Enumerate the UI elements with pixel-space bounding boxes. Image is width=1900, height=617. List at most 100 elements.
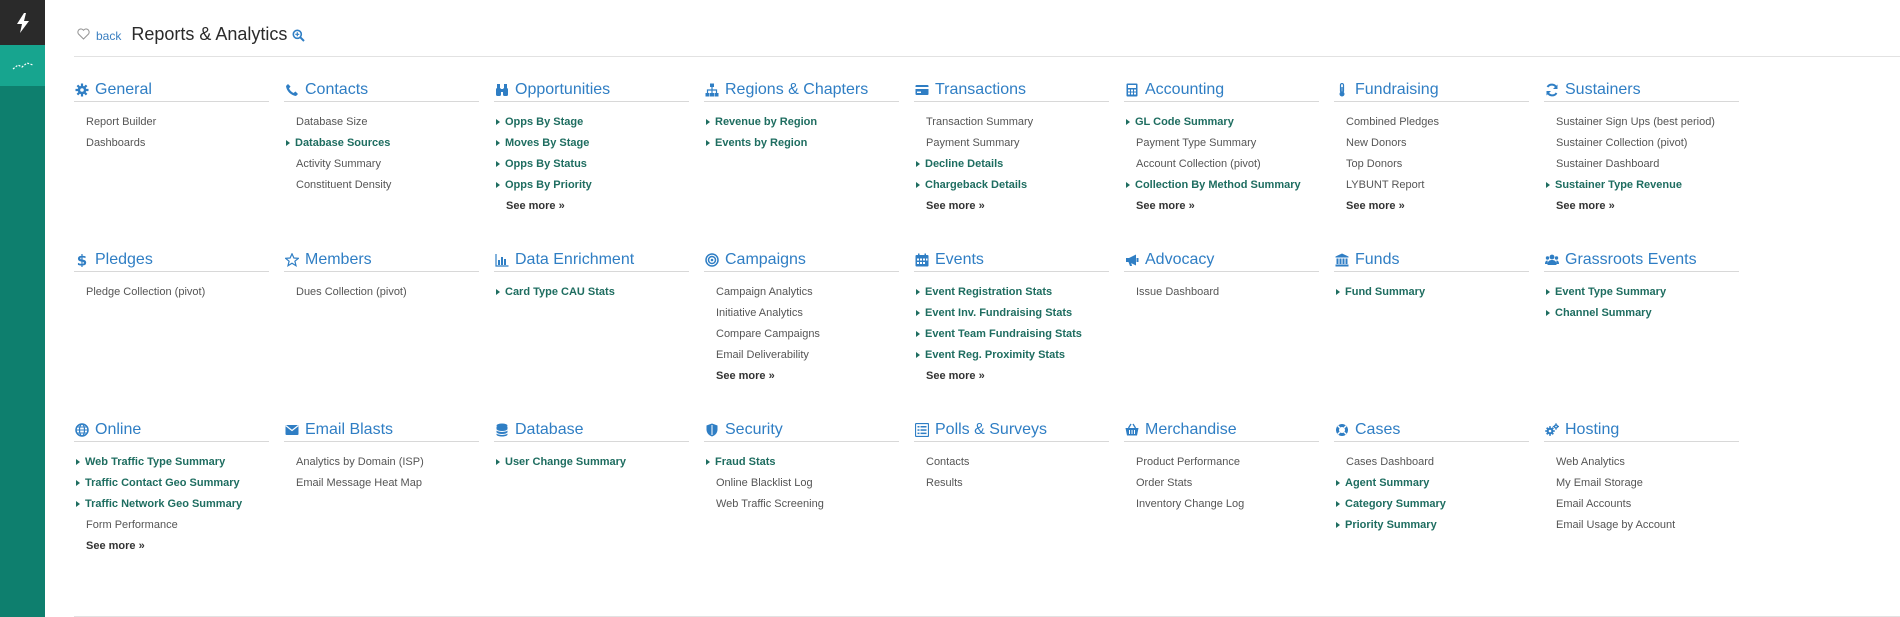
favorite-report-link[interactable]: Agent Summary: [1334, 473, 1529, 494]
report-link[interactable]: Payment Summary: [914, 133, 1109, 154]
report-link[interactable]: Online Blacklist Log: [704, 473, 899, 494]
favorite-report-link[interactable]: Priority Summary: [1334, 515, 1529, 536]
favorite-report-link[interactable]: Event Team Fundraising Stats: [914, 324, 1109, 345]
section-title[interactable]: Email Blasts: [305, 421, 393, 439]
report-link[interactable]: Web Traffic Screening: [704, 494, 899, 515]
report-link[interactable]: Email Accounts: [1544, 494, 1739, 515]
favorite-report-link[interactable]: Chargeback Details: [914, 175, 1109, 196]
favorite-report-link[interactable]: GL Code Summary: [1124, 112, 1319, 133]
section-title[interactable]: Polls & Surveys: [935, 421, 1047, 439]
report-link[interactable]: Transaction Summary: [914, 112, 1109, 133]
section-title[interactable]: Security: [725, 421, 783, 439]
favorite-report-link[interactable]: Database Sources: [284, 133, 479, 154]
see-more-link[interactable]: See more »: [1334, 196, 1529, 217]
section-title[interactable]: Contacts: [305, 81, 368, 99]
report-link[interactable]: Sustainer Collection (pivot): [1544, 133, 1739, 154]
report-link[interactable]: Results: [914, 473, 1109, 494]
favorite-report-link[interactable]: Moves By Stage: [494, 133, 689, 154]
favorite-report-link[interactable]: Events by Region: [704, 133, 899, 154]
report-link[interactable]: Report Builder: [74, 112, 269, 133]
report-link[interactable]: Combined Pledges: [1334, 112, 1529, 133]
favorite-report-link[interactable]: Event Reg. Proximity Stats: [914, 345, 1109, 366]
section-title[interactable]: Data Enrichment: [515, 251, 634, 269]
report-link[interactable]: Issue Dashboard: [1124, 282, 1319, 303]
section-title[interactable]: Cases: [1355, 421, 1400, 439]
report-link[interactable]: Dues Collection (pivot): [284, 282, 479, 303]
favorite-report-link[interactable]: Card Type CAU Stats: [494, 282, 689, 303]
section-title[interactable]: Hosting: [1565, 421, 1619, 439]
favorite-report-link[interactable]: Opps By Status: [494, 154, 689, 175]
favorite-report-link[interactable]: Revenue by Region: [704, 112, 899, 133]
report-link[interactable]: Payment Type Summary: [1124, 133, 1319, 154]
report-link[interactable]: Campaign Analytics: [704, 282, 899, 303]
report-link[interactable]: Database Size: [284, 112, 479, 133]
report-link[interactable]: Order Stats: [1124, 473, 1319, 494]
report-link[interactable]: LYBUNT Report: [1334, 175, 1529, 196]
section-title[interactable]: Funds: [1355, 251, 1399, 269]
heart-icon[interactable]: [77, 28, 90, 40]
report-link[interactable]: My Email Storage: [1544, 473, 1739, 494]
report-link[interactable]: Analytics by Domain (ISP): [284, 452, 479, 473]
section-title[interactable]: Opportunities: [515, 81, 610, 99]
report-link[interactable]: Constituent Density: [284, 175, 479, 196]
report-link[interactable]: Top Donors: [1334, 154, 1529, 175]
see-more-link[interactable]: See more »: [494, 196, 689, 217]
section-title[interactable]: Merchandise: [1145, 421, 1237, 439]
lightning-icon[interactable]: [0, 0, 45, 45]
section-title[interactable]: Regions & Chapters: [725, 81, 868, 99]
see-more-link[interactable]: See more »: [914, 196, 1109, 217]
favorite-report-link[interactable]: Event Type Summary: [1544, 282, 1739, 303]
report-link[interactable]: Email Deliverability: [704, 345, 899, 366]
favorite-report-link[interactable]: Collection By Method Summary: [1124, 175, 1319, 196]
section-title[interactable]: Database: [515, 421, 584, 439]
favorite-report-link[interactable]: Event Registration Stats: [914, 282, 1109, 303]
favorite-report-link[interactable]: Traffic Network Geo Summary: [74, 494, 269, 515]
report-link[interactable]: Email Usage by Account: [1544, 515, 1739, 536]
report-link[interactable]: Product Performance: [1124, 452, 1319, 473]
report-link[interactable]: Contacts: [914, 452, 1109, 473]
report-link[interactable]: Sustainer Sign Ups (best period): [1544, 112, 1739, 133]
section-title[interactable]: General: [95, 81, 152, 99]
report-link[interactable]: Cases Dashboard: [1334, 452, 1529, 473]
section-title[interactable]: Sustainers: [1565, 81, 1641, 99]
see-more-link[interactable]: See more »: [1544, 196, 1739, 217]
report-link[interactable]: Web Analytics: [1544, 452, 1739, 473]
see-more-link[interactable]: See more »: [704, 366, 899, 387]
report-link[interactable]: Compare Campaigns: [704, 324, 899, 345]
back-link[interactable]: back: [96, 29, 121, 43]
favorite-report-link[interactable]: Traffic Contact Geo Summary: [74, 473, 269, 494]
section-title[interactable]: Transactions: [935, 81, 1026, 99]
section-title[interactable]: Online: [95, 421, 141, 439]
report-link[interactable]: Initiative Analytics: [704, 303, 899, 324]
see-more-link[interactable]: See more »: [1124, 196, 1319, 217]
favorite-report-link[interactable]: Opps By Stage: [494, 112, 689, 133]
section-title[interactable]: Members: [305, 251, 372, 269]
favorite-report-link[interactable]: Sustainer Type Revenue: [1544, 175, 1739, 196]
see-more-link[interactable]: See more »: [74, 536, 269, 557]
favorite-report-link[interactable]: Decline Details: [914, 154, 1109, 175]
section-title[interactable]: Pledges: [95, 251, 153, 269]
favorite-report-link[interactable]: Event Inv. Fundraising Stats: [914, 303, 1109, 324]
section-title[interactable]: Campaigns: [725, 251, 806, 269]
section-title[interactable]: Grassroots Events: [1565, 251, 1697, 269]
favorite-report-link[interactable]: Channel Summary: [1544, 303, 1739, 324]
section-title[interactable]: Fundraising: [1355, 81, 1439, 99]
favorite-report-link[interactable]: Web Traffic Type Summary: [74, 452, 269, 473]
favorite-report-link[interactable]: Fraud Stats: [704, 452, 899, 473]
report-link[interactable]: Email Message Heat Map: [284, 473, 479, 494]
favorite-report-link[interactable]: User Change Summary: [494, 452, 689, 473]
report-link[interactable]: New Donors: [1334, 133, 1529, 154]
report-link[interactable]: Inventory Change Log: [1124, 494, 1319, 515]
report-link[interactable]: Activity Summary: [284, 154, 479, 175]
favorite-report-link[interactable]: Category Summary: [1334, 494, 1529, 515]
favorite-report-link[interactable]: Fund Summary: [1334, 282, 1529, 303]
report-link[interactable]: Form Performance: [74, 515, 269, 536]
report-link[interactable]: Dashboards: [74, 133, 269, 154]
section-title[interactable]: Events: [935, 251, 984, 269]
report-link[interactable]: Sustainer Dashboard: [1544, 154, 1739, 175]
section-title[interactable]: Advocacy: [1145, 251, 1214, 269]
search-plus-icon[interactable]: [292, 29, 306, 42]
analytics-nav-icon[interactable]: [0, 45, 45, 86]
see-more-link[interactable]: See more »: [914, 366, 1109, 387]
section-title[interactable]: Accounting: [1145, 81, 1224, 99]
